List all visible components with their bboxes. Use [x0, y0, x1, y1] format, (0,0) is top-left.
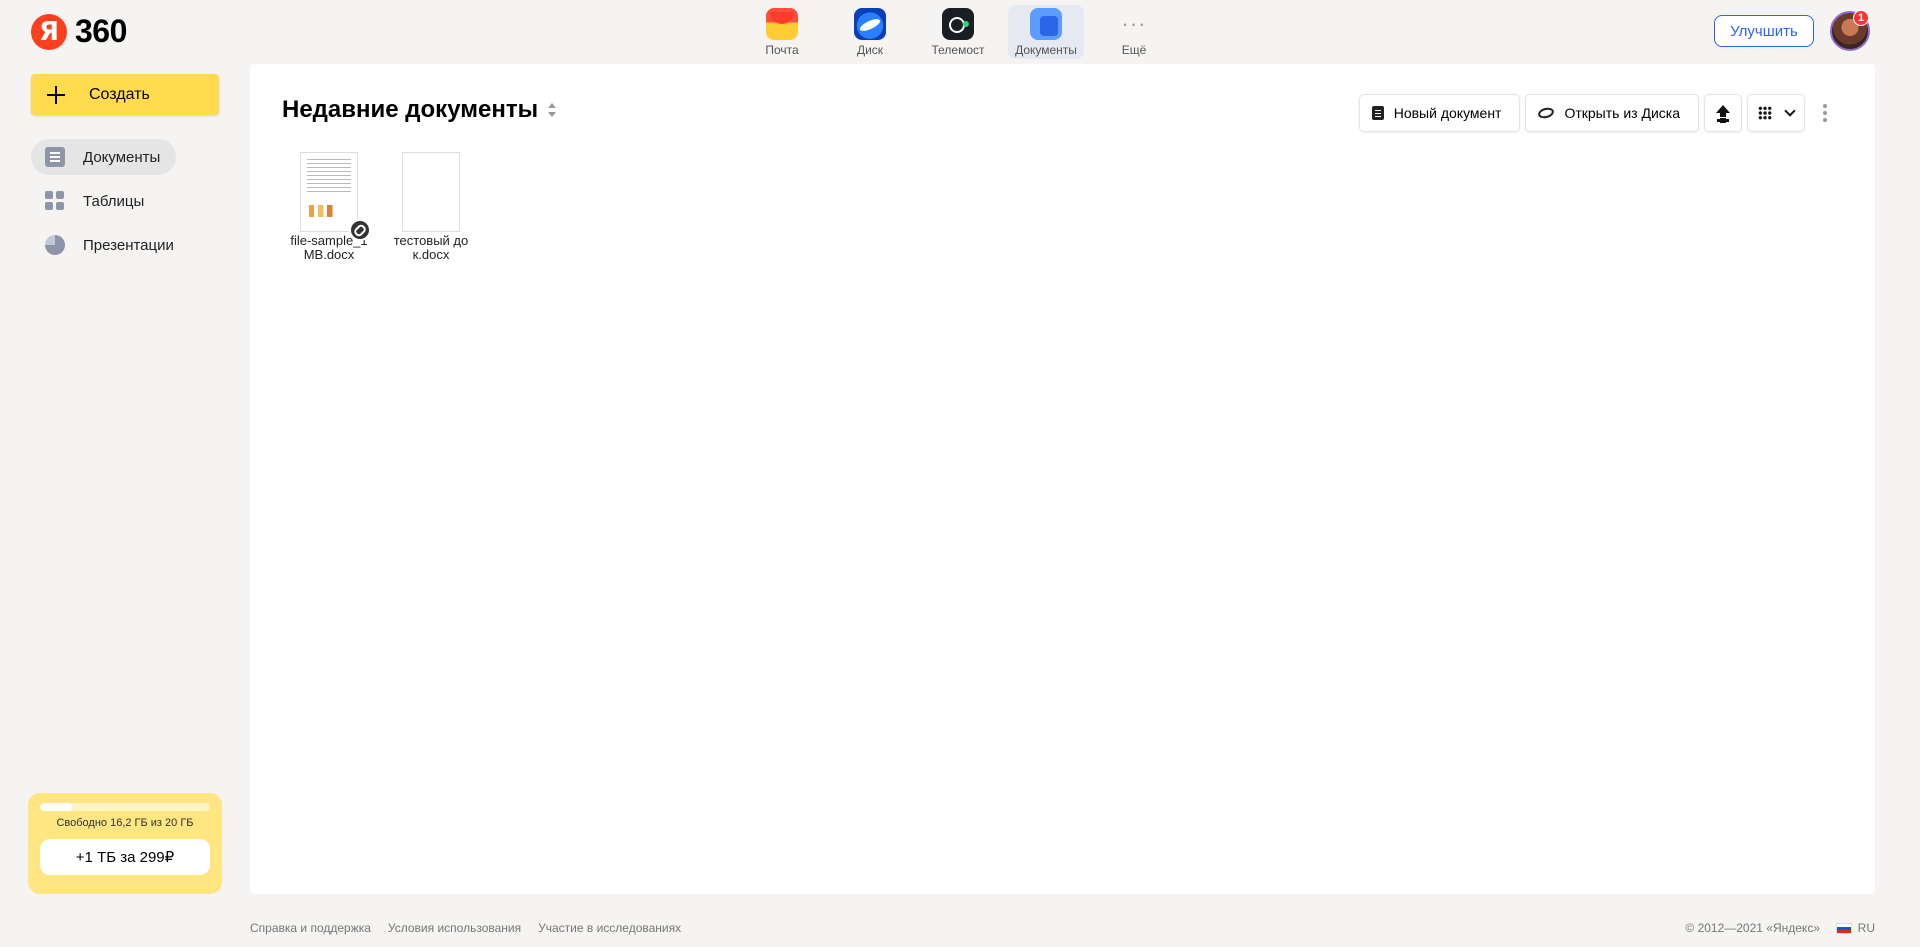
file-thumbnail — [402, 152, 460, 232]
footer-link-research[interactable]: Участие в исследованиях — [538, 921, 681, 935]
upload-icon — [1715, 105, 1731, 121]
sidebar-item-label: Презентации — [83, 236, 174, 254]
toolbar: Новый документ Открыть из Диска — [1359, 95, 1835, 131]
footer-link-terms[interactable]: Условия использования — [388, 921, 521, 935]
service-label: Диск — [856, 43, 884, 57]
sidebar-item-presentations[interactable]: Презентации — [31, 227, 190, 263]
more-icon: ··· — [1121, 11, 1147, 36]
file-name: тестовый док.docx — [393, 233, 469, 262]
storage-widget: Свободно 16,2 ГБ из 20 ГБ +1 ТБ за 299₽ — [28, 793, 222, 894]
buy-storage-button[interactable]: +1 ТБ за 299₽ — [40, 839, 210, 875]
more-options-button[interactable] — [1815, 95, 1835, 131]
footer-link-help[interactable]: Справка и поддержка — [250, 921, 371, 935]
create-button[interactable]: Создать — [31, 74, 219, 115]
sort-icon[interactable] — [548, 103, 557, 117]
copyright: © 2012—2021 «Яндекс» — [1685, 921, 1820, 935]
new-document-button[interactable]: Новый документ — [1359, 95, 1520, 131]
shared-link-icon — [349, 219, 371, 241]
notification-badge: 1 — [1853, 10, 1869, 26]
sidebar-item-documents[interactable]: Документы — [31, 139, 177, 175]
sidebar-item-spreadsheets[interactable]: Таблицы — [31, 183, 160, 219]
service-label: Телемост — [931, 43, 985, 57]
service-label: Почта — [765, 43, 799, 57]
page-title[interactable]: Недавние документы — [282, 96, 557, 124]
documents-icon — [1030, 8, 1062, 40]
main-panel: Недавние документы Новый документ Открыт… — [250, 64, 1875, 894]
disk-icon — [1537, 106, 1556, 120]
service-more[interactable]: ··· Ещё — [1096, 5, 1172, 59]
footer-links: Справка и поддержка Условия использовани… — [250, 921, 681, 935]
storage-progress-fill — [40, 803, 73, 811]
service-documents[interactable]: Документы — [1008, 5, 1084, 59]
russia-flag-icon — [1835, 922, 1852, 934]
service-mail[interactable]: Почта — [744, 5, 820, 59]
document-icon — [45, 147, 65, 167]
language-label: RU — [1857, 921, 1875, 935]
sidebar-item-label: Таблицы — [83, 192, 145, 210]
spreadsheet-icon — [45, 191, 65, 211]
chevron-down-icon — [1784, 105, 1796, 117]
storage-progress-bar — [40, 803, 210, 811]
yandex-logo-icon: Я — [31, 13, 67, 50]
file-grid: file-sample_1MB.docx тестовый док.docx — [288, 152, 472, 262]
logo-text: 360 — [75, 13, 127, 49]
page-title-text: Недавние документы — [282, 96, 539, 123]
grid-view-icon — [1758, 106, 1772, 120]
file-thumbnail — [300, 152, 371, 241]
mail-icon — [766, 8, 798, 40]
file-item[interactable]: file-sample_1MB.docx — [288, 152, 371, 262]
service-label: Документы — [1015, 43, 1077, 57]
view-mode-button[interactable] — [1748, 95, 1804, 131]
kebab-dot — [1823, 104, 1827, 108]
new-document-icon — [1371, 106, 1384, 120]
open-from-disk-label: Открыть из Диска — [1564, 105, 1680, 121]
sidebar-item-label: Документы — [83, 148, 161, 166]
service-disk[interactable]: Диск — [832, 5, 908, 59]
create-button-label: Создать — [89, 85, 150, 103]
service-label: Ещё — [1121, 43, 1147, 57]
kebab-dot — [1823, 111, 1827, 115]
service-telemost[interactable]: Телемост — [920, 5, 996, 59]
kebab-dot — [1823, 118, 1827, 122]
presentation-icon — [45, 235, 65, 255]
telemost-icon — [942, 8, 974, 40]
upload-button[interactable] — [1705, 95, 1741, 131]
new-document-label: Новый документ — [1393, 105, 1502, 121]
storage-info: Свободно 16,2 ГБ из 20 ГБ — [56, 817, 194, 829]
plus-icon — [47, 85, 65, 104]
open-from-disk-button[interactable]: Открыть из Диска — [1526, 95, 1698, 131]
sidebar-nav: Документы Таблицы Презентации — [31, 139, 221, 271]
services-bar: Почта Диск Телемост Документы ··· Ещё — [744, 5, 1172, 59]
yandex-360-logo[interactable]: Я 360 — [31, 13, 127, 50]
disk-icon — [854, 8, 886, 40]
file-item[interactable]: тестовый док.docx — [390, 152, 472, 262]
upgrade-button[interactable]: Улучшить — [1714, 15, 1814, 47]
language-switcher[interactable]: RU — [1835, 921, 1875, 935]
